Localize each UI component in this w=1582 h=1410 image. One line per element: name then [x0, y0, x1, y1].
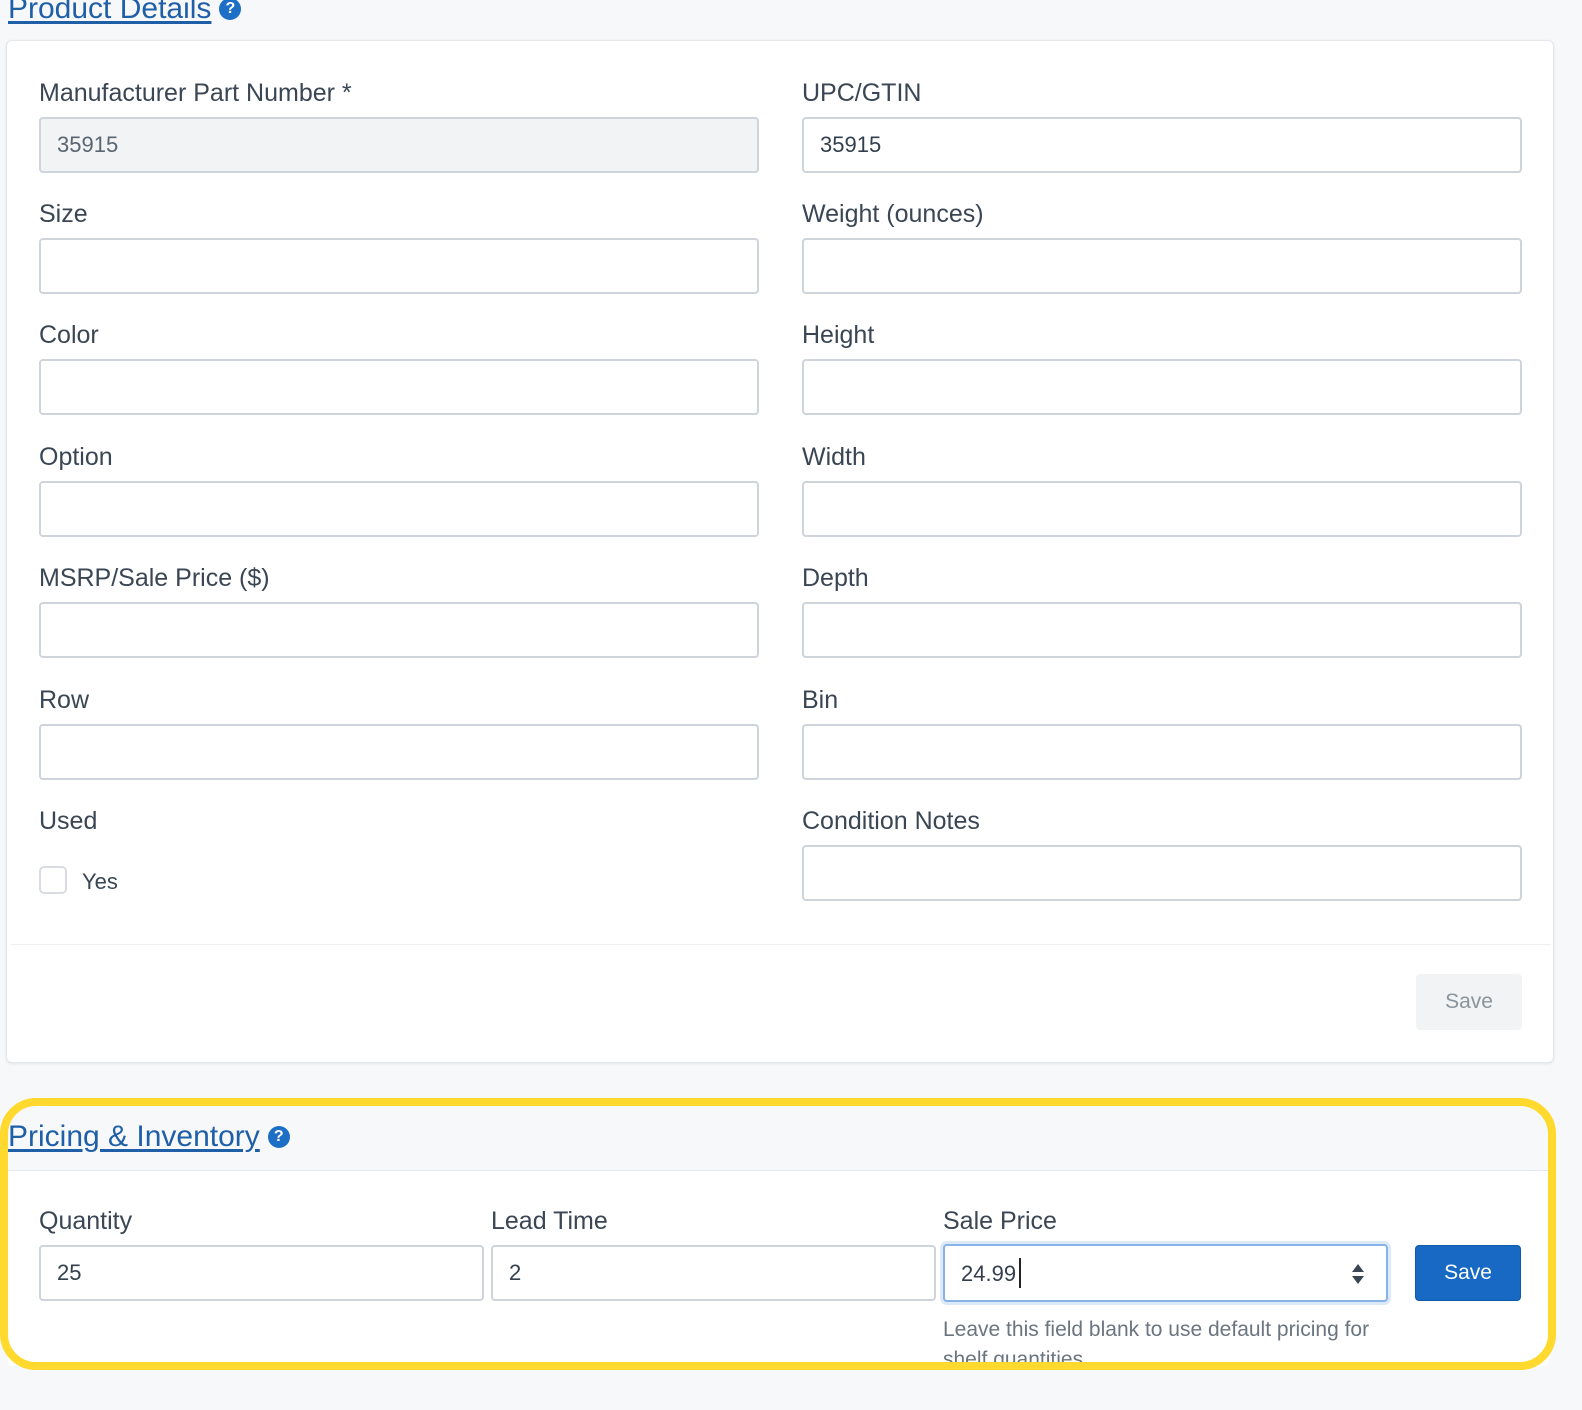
upc-label: UPC/GTIN: [802, 79, 922, 107]
used-checkbox[interactable]: [39, 866, 67, 894]
sale-price-label: Sale Price: [943, 1207, 1057, 1235]
card-divider: [11, 944, 1551, 945]
text-caret: [1019, 1258, 1021, 1288]
msrp-input[interactable]: [39, 602, 759, 658]
bin-input[interactable]: [802, 724, 1522, 780]
height-input[interactable]: [802, 359, 1522, 415]
pricing-inventory-heading: Pricing & Inventory ?: [8, 1122, 290, 1152]
upc-input[interactable]: [802, 117, 1522, 173]
number-spinner-icon[interactable]: [1350, 1262, 1366, 1286]
bin-label: Bin: [802, 686, 839, 714]
quantity-label: Quantity: [39, 1207, 133, 1235]
height-label: Height: [802, 321, 875, 349]
help-icon[interactable]: ?: [267, 1126, 290, 1148]
lead-time-input[interactable]: [491, 1245, 936, 1301]
sale-price-value: 24.99: [961, 1261, 1017, 1286]
row-input[interactable]: [39, 724, 759, 780]
option-input[interactable]: [39, 481, 759, 537]
depth-label: Depth: [802, 564, 869, 592]
width-input[interactable]: [802, 481, 1522, 537]
mpn-input[interactable]: [39, 117, 759, 173]
quantity-input[interactable]: [39, 1245, 484, 1301]
row-label: Row: [39, 686, 90, 714]
product-details-heading: Product Details ?: [8, 0, 242, 24]
weight-label: Weight (ounces): [802, 200, 984, 228]
product-details-card: Manufacturer Part Number * UPC/GTIN Size…: [6, 40, 1554, 1063]
width-label: Width: [802, 443, 866, 471]
condition-notes-label: Condition Notes: [802, 807, 980, 835]
page-background-strip: [0, 1366, 1582, 1410]
size-input[interactable]: [39, 238, 759, 294]
mpn-label: Manufacturer Part Number *: [39, 79, 352, 107]
condition-notes-input[interactable]: [802, 845, 1522, 901]
option-label: Option: [39, 443, 113, 471]
used-checkbox-label: Yes: [82, 869, 118, 894]
sale-price-input[interactable]: 24.99: [943, 1244, 1388, 1302]
pricing-inventory-link[interactable]: Pricing & Inventory: [8, 1122, 260, 1152]
lead-time-label: Lead Time: [491, 1207, 608, 1235]
used-label: Used: [39, 807, 98, 835]
color-label: Color: [39, 321, 99, 349]
depth-input[interactable]: [802, 602, 1522, 658]
color-input[interactable]: [39, 359, 759, 415]
msrp-label: MSRP/Sale Price ($): [39, 564, 270, 592]
weight-input[interactable]: [802, 238, 1522, 294]
help-icon[interactable]: ?: [219, 0, 242, 20]
pricing-save-button[interactable]: Save: [1415, 1245, 1521, 1301]
product-details-link[interactable]: Product Details: [8, 0, 211, 24]
product-details-save-button[interactable]: Save: [1416, 974, 1522, 1030]
size-label: Size: [39, 200, 88, 228]
